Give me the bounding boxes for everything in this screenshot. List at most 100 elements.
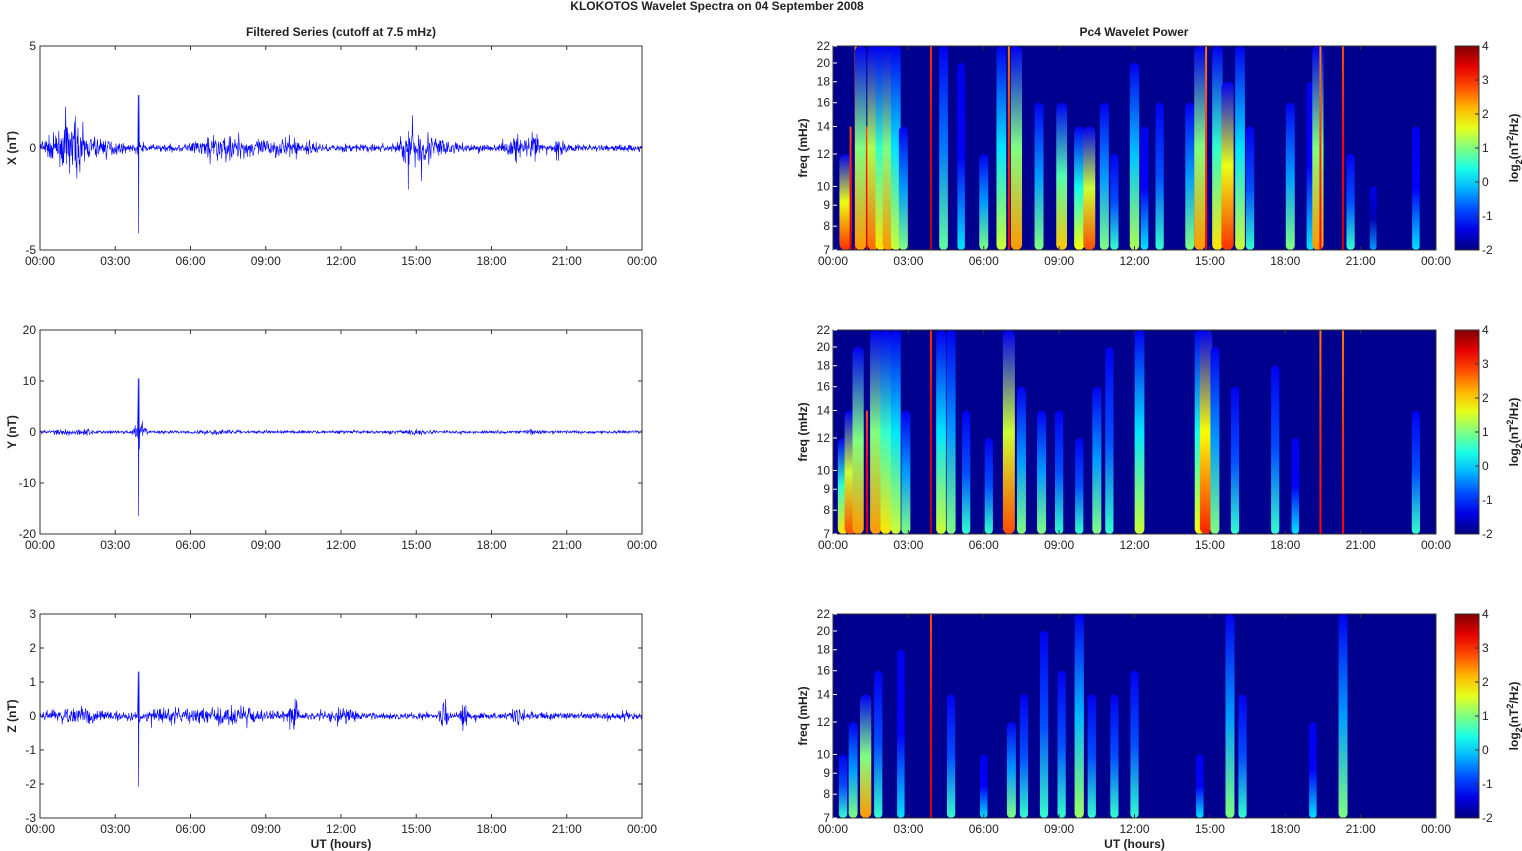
y-tick-label: 16 (817, 664, 831, 678)
x-tick-label: 00:00 (1421, 822, 1451, 836)
x-tick-label: 00:00 (627, 538, 657, 552)
x-tick-label: 18:00 (1270, 538, 1300, 552)
power-streak (929, 46, 932, 250)
power-streak (1319, 46, 1322, 250)
power-streak (1212, 46, 1223, 250)
power-streak (1185, 102, 1195, 250)
y-tick-label: 14 (817, 404, 831, 418)
y-tick-label: 20 (817, 56, 831, 70)
x-tick-label: 12:00 (326, 538, 356, 552)
colorbar-label-part: (nT (1507, 140, 1521, 159)
colorbar-label: log2(nT2/Hz) (1505, 398, 1522, 467)
colorbar-label-part: (nT (1507, 424, 1521, 443)
colorbar-tick-label: 2 (1482, 107, 1489, 121)
x-tick-label: 06:00 (175, 538, 205, 552)
power-streak (1194, 46, 1206, 250)
power-streak (1110, 153, 1119, 250)
colorbar-tick-label: -2 (1482, 527, 1493, 541)
figure-title: KLOKOTOS Wavelet Spectra on 04 September… (570, 0, 864, 13)
power-streak (1057, 670, 1066, 818)
power-streak (838, 754, 848, 818)
power-streak (1210, 346, 1220, 534)
colorbar-tick-label: 0 (1482, 459, 1489, 473)
power-streak (880, 330, 892, 534)
y-tick-label: 20 (817, 624, 831, 638)
colorbar-label: log2(nT2/Hz) (1505, 682, 1522, 751)
x-tick-label: 03:00 (893, 822, 923, 836)
y-tick-label: -10 (19, 476, 37, 490)
y-axis-label: Z (nT) (5, 699, 19, 732)
power-streak (1019, 694, 1029, 818)
y-tick-label: 22 (817, 607, 831, 621)
y-tick-label: 12 (817, 715, 831, 729)
x-tick-label: 03:00 (100, 254, 130, 268)
colorbar-label: log2(nT2/Hz) (1505, 114, 1522, 183)
y-tick-label: 22 (817, 39, 831, 53)
colorbar-label-part: log (1507, 732, 1521, 750)
power-streak (1087, 694, 1096, 818)
colorbar-tick-label: 0 (1482, 175, 1489, 189)
y-tick-label: 3 (29, 607, 36, 621)
x-tick-label: 18:00 (1270, 822, 1300, 836)
y-tick-label: 0 (29, 425, 36, 439)
power-streak (849, 126, 852, 250)
y-tick-label: 9 (823, 198, 830, 212)
power-streak (984, 437, 993, 534)
colorbar-tick-label: 3 (1482, 357, 1489, 371)
power-streak (1221, 81, 1234, 250)
power-streak (860, 694, 872, 818)
power-streak (870, 330, 882, 534)
y-tick-label: 18 (817, 359, 831, 373)
power-streak (1342, 330, 1345, 534)
power-streak (898, 126, 908, 250)
power-streak (1245, 126, 1255, 250)
x-tick-label: 18:00 (476, 538, 506, 552)
colorbar-tick-label: 4 (1482, 323, 1489, 337)
power-streak (980, 754, 988, 818)
x-tick-label: 06:00 (175, 822, 205, 836)
power-streak (1140, 126, 1149, 250)
power-streak (939, 46, 948, 250)
y-tick-label: 20 (23, 323, 37, 337)
y-tick-label: 12 (817, 147, 831, 161)
colorbar-label-part: (nT (1507, 708, 1521, 727)
power-streak (874, 670, 883, 818)
y-tick-label: 8 (823, 787, 830, 801)
x-tick-label: 15:00 (1195, 254, 1225, 268)
power-streak (848, 721, 858, 818)
colorbar-label-part: log (1507, 448, 1521, 466)
y-tick-label: 22 (817, 323, 831, 337)
power-streak (1083, 126, 1096, 250)
x-tick-label: 18:00 (1270, 254, 1300, 268)
power-streak (1155, 102, 1164, 250)
colorbar-tick-label: 1 (1482, 141, 1489, 155)
power-streak (1002, 330, 1015, 534)
y-tick-label: 16 (817, 96, 831, 110)
y-axis-label: freq (mHz) (796, 402, 810, 461)
y-tick-label: -1 (25, 743, 36, 757)
power-streak (1230, 386, 1240, 534)
power-streak (1006, 721, 1016, 818)
y-tick-label: 10 (817, 463, 831, 477)
power-streak (855, 46, 867, 250)
power-streak (1291, 437, 1300, 534)
x-tick-label: 15:00 (1195, 822, 1225, 836)
power-streak (1312, 46, 1324, 250)
colorbar-label-part: log (1507, 164, 1521, 182)
colorbar-tick-label: 1 (1482, 425, 1489, 439)
power-streak (1238, 694, 1247, 818)
y-axis-label: freq (mHz) (796, 118, 810, 177)
power-streak (897, 649, 905, 818)
x-tick-label: 09:00 (251, 254, 281, 268)
power-streak (1369, 186, 1377, 250)
colorbar-tick-label: 4 (1482, 607, 1489, 621)
x-tick-label: 09:00 (1044, 538, 1074, 552)
y-axis-label: freq (mHz) (796, 686, 810, 745)
y-tick-label: 20 (817, 340, 831, 354)
colorbar-label-part: /Hz) (1507, 398, 1521, 420)
x-tick-label: 15:00 (1195, 538, 1225, 552)
power-streak (1196, 754, 1204, 818)
x-axis-label: UT (hours) (311, 837, 372, 851)
x-tick-label: 06:00 (175, 254, 205, 268)
x-tick-label: 03:00 (893, 254, 923, 268)
